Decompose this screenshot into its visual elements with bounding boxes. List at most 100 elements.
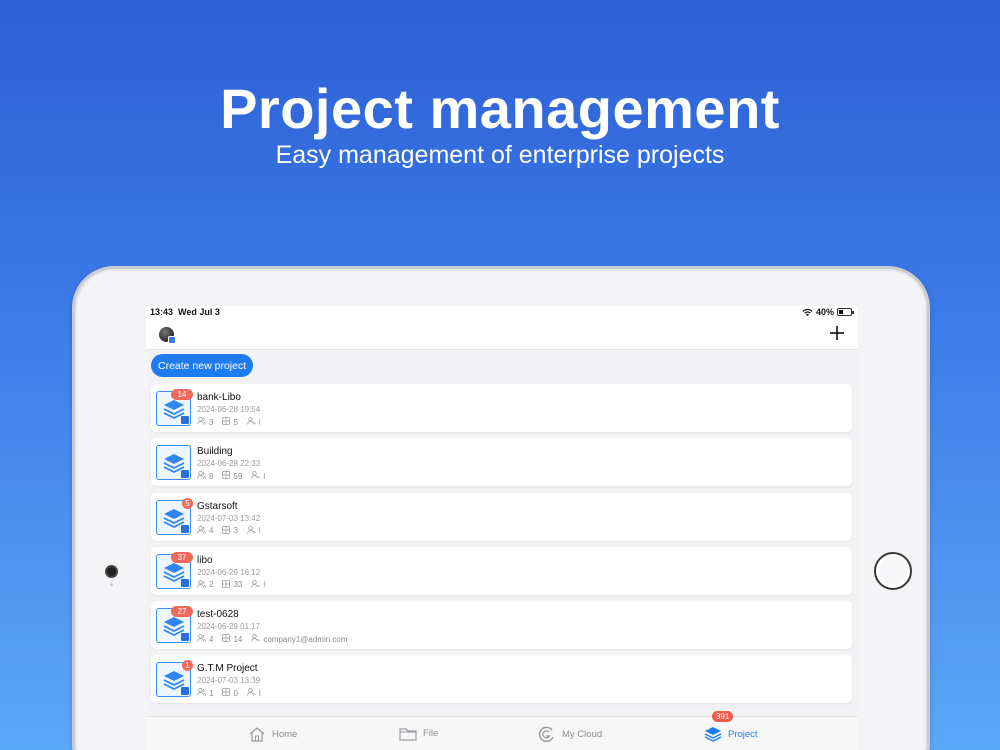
owner-icon xyxy=(251,579,263,590)
owner-icon xyxy=(247,417,259,427)
grid-icon xyxy=(222,634,233,644)
status-right: 40% xyxy=(802,307,854,317)
owner: company1@admin.com xyxy=(251,634,348,644)
project-card[interactable]: 27 test-0628 2024-06-29 01:17 4 14 compa… xyxy=(151,601,852,650)
tab-my-cloud[interactable]: My Cloud xyxy=(538,726,602,742)
owner-value: l xyxy=(263,580,266,590)
members-icon xyxy=(197,688,209,698)
owner-value: l xyxy=(258,526,261,536)
hero-subtitle: Easy management of enterprise projects xyxy=(275,141,725,169)
project-card[interactable]: Building 2024-06-28 22:33 8 59 l xyxy=(151,438,852,487)
project-name: test-0628 xyxy=(197,609,239,621)
project-badge: 1 xyxy=(182,660,193,672)
members-count: 3 xyxy=(197,417,213,427)
items-count: 3 xyxy=(222,525,238,536)
top-bar xyxy=(146,320,858,350)
project-name: Gstarsoft xyxy=(197,500,238,512)
project-type-icon xyxy=(181,524,189,533)
owner: l xyxy=(247,688,261,698)
owner-icon xyxy=(247,688,259,698)
owner: l xyxy=(251,579,266,590)
plus-icon[interactable] xyxy=(830,326,844,340)
create-project-button[interactable]: Create new project xyxy=(151,354,254,377)
tab-bar: Home File My Cloud Project xyxy=(146,716,858,750)
project-card[interactable]: 1 G.T.M Project 2024-07-03 13:39 1 0 l xyxy=(151,655,852,704)
project-date: 2024-06-28 22:33 xyxy=(197,459,261,469)
members-value: 4 xyxy=(209,526,214,536)
members-value: 3 xyxy=(209,417,214,427)
members-icon xyxy=(197,579,209,590)
members-value: 1 xyxy=(209,688,214,698)
members-icon xyxy=(197,417,209,427)
members-icon xyxy=(197,634,209,644)
tab-home[interactable]: Home xyxy=(248,726,297,742)
members-value: 4 xyxy=(209,634,214,644)
status-time: 13:43 xyxy=(150,307,174,317)
owner: l xyxy=(247,525,261,536)
camera-icon xyxy=(107,567,116,576)
project-badge: 27 xyxy=(171,606,193,618)
battery-icon xyxy=(837,308,854,316)
project-type-icon xyxy=(181,416,189,424)
tab-project-label: Project xyxy=(728,728,758,740)
grid-icon xyxy=(222,688,233,698)
project-card[interactable]: 14 bank-Libo 2024-06-28 19:54 3 5 l xyxy=(151,384,852,432)
project-meta: 4 14 company1@admin.com xyxy=(197,634,357,644)
items-value: 0 xyxy=(233,688,238,698)
home-hardware-button[interactable] xyxy=(874,552,912,590)
items-value: 5 xyxy=(233,417,238,427)
project-meta: 8 59 l xyxy=(197,471,274,481)
project-list: 14 bank-Libo 2024-06-28 19:54 3 5 l Buil… xyxy=(151,384,852,710)
app-screen: 13:43 Wed Jul 3 40% Create new project 1… xyxy=(146,306,858,750)
tab-file[interactable]: File xyxy=(399,726,438,741)
tab-project-badge: 391 xyxy=(712,711,734,722)
project-date: 2024-07-03 13:42 xyxy=(197,513,261,523)
tab-project[interactable]: Project xyxy=(704,726,758,742)
project-badge: 37 xyxy=(171,551,193,563)
items-value: 59 xyxy=(233,471,243,481)
cloud-icon xyxy=(538,726,554,742)
project-type-icon xyxy=(181,687,189,696)
status-bar: 13:43 Wed Jul 3 40% xyxy=(146,306,858,320)
owner-icon xyxy=(251,471,263,481)
project-meta: 2 33 l xyxy=(197,579,274,590)
project-card[interactable]: 5 Gstarsoft 2024-07-03 13:42 4 3 l xyxy=(151,492,852,541)
sensor-dot xyxy=(110,583,113,586)
members-value: 8 xyxy=(209,471,214,481)
status-date: Wed Jul 3 xyxy=(178,307,220,317)
members-count: 2 xyxy=(197,579,214,590)
members-icon xyxy=(197,525,209,536)
layers-icon xyxy=(704,727,722,742)
members-count: 1 xyxy=(197,688,213,698)
project-date: 2024-07-03 13:39 xyxy=(197,676,261,686)
owner-value: company1@admin.com xyxy=(263,634,348,644)
members-value: 2 xyxy=(209,580,214,590)
members-count: 8 xyxy=(197,471,213,481)
items-value: 3 xyxy=(233,526,238,536)
owner-icon xyxy=(247,525,259,536)
owner-value: l xyxy=(258,688,261,698)
project-type-icon xyxy=(181,578,189,587)
avatar-badge-icon xyxy=(168,336,176,344)
project-date: 2024-06-28 19:54 xyxy=(197,405,261,414)
tab-home-label: Home xyxy=(272,728,298,740)
tab-file-label: File xyxy=(423,728,439,739)
project-type-icon xyxy=(181,633,189,642)
owner: l xyxy=(251,471,265,481)
home-icon xyxy=(249,727,265,742)
items-value: 14 xyxy=(233,634,243,644)
members-icon xyxy=(197,471,209,481)
project-name: G.T.M Project xyxy=(197,663,258,675)
items-count: 59 xyxy=(222,471,242,481)
project-meta: 3 5 l xyxy=(197,417,270,427)
project-card[interactable]: 37 libo 2024-06-29 16:12 2 33 l xyxy=(151,546,852,595)
owner-value: l xyxy=(258,417,261,427)
project-meta: 4 3 l xyxy=(197,525,270,536)
project-badge: 5 xyxy=(182,497,193,509)
project-name: bank-Libo xyxy=(197,392,241,403)
grid-icon xyxy=(222,579,233,590)
grid-icon xyxy=(222,417,233,427)
project-name: Building xyxy=(197,446,233,458)
members-count: 4 xyxy=(197,634,213,644)
tab-my-cloud-label: My Cloud xyxy=(562,728,603,740)
